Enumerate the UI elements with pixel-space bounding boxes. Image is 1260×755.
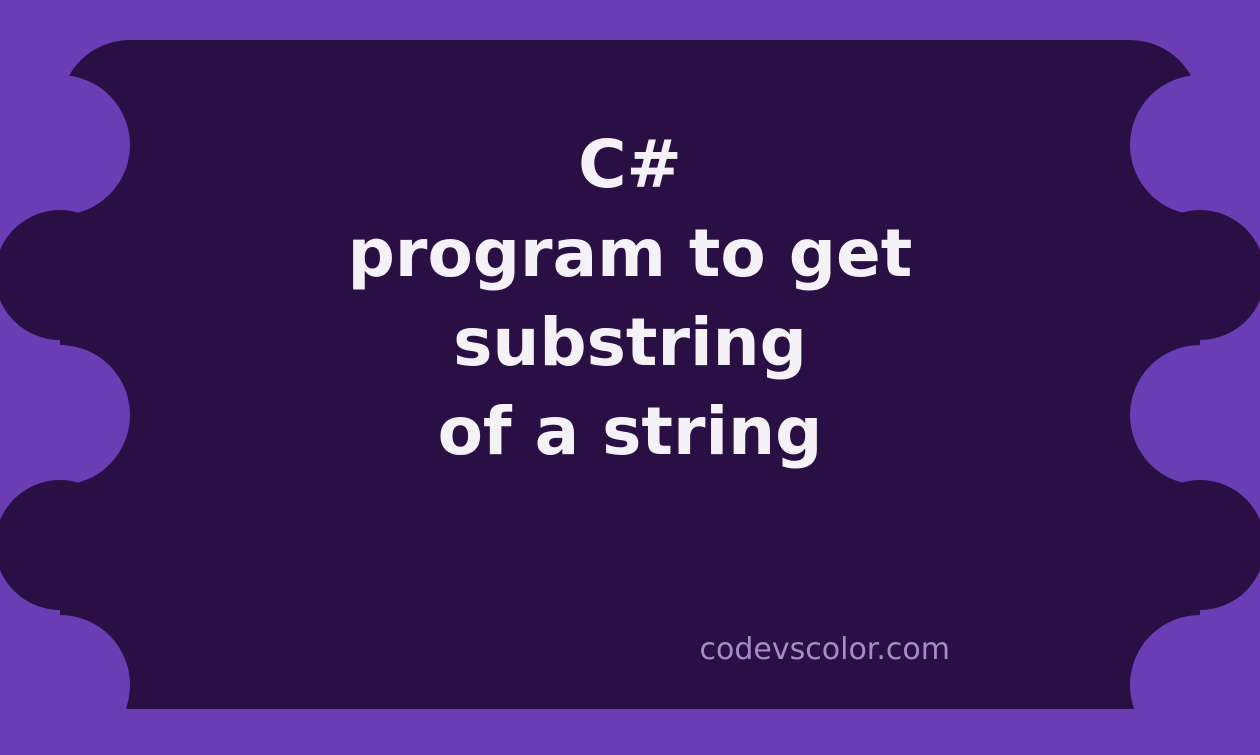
blob-bump <box>0 480 125 610</box>
title-line: program to get <box>0 209 1260 298</box>
blob-cutout <box>1130 615 1260 755</box>
title-line: C# <box>0 120 1260 209</box>
title-line: of a string <box>0 387 1260 476</box>
title-line: substring <box>0 298 1260 387</box>
credit-text: codevscolor.com <box>700 632 950 667</box>
blob-cutout <box>0 615 130 755</box>
main-title: C# program to get substring of a string <box>0 120 1260 476</box>
blob-bump <box>1135 480 1260 610</box>
